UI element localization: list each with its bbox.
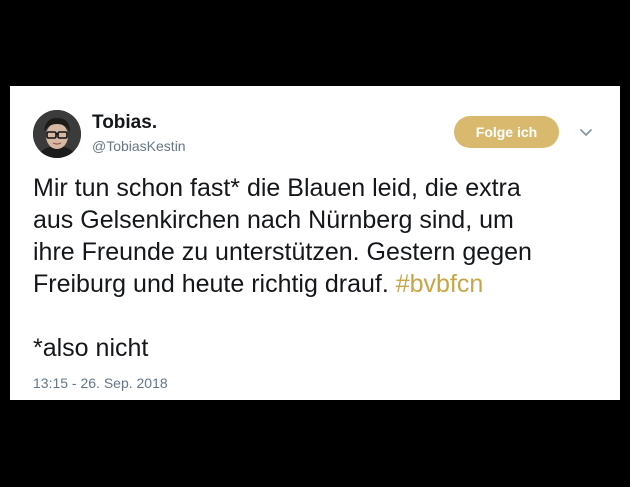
tweet-text: Mir tun schon fast* die Blauen leid, die…	[33, 172, 613, 364]
avatar-image	[33, 110, 81, 158]
tweet-card: Tobias. @TobiasKestin Folge ich Mir tun …	[10, 86, 620, 400]
hashtag-link[interactable]: #bvbfcn	[396, 270, 484, 298]
chevron-down-icon[interactable]	[576, 122, 596, 142]
tweet-line: ihre Freunde zu unterstützen. Gestern ge…	[33, 238, 532, 266]
page-background: Tobias. @TobiasKestin Folge ich Mir tun …	[0, 0, 630, 487]
avatar[interactable]	[33, 110, 81, 158]
display-name[interactable]: Tobias.	[92, 112, 157, 134]
tweet-footnote: *also nicht	[33, 334, 149, 362]
user-handle[interactable]: @TobiasKestin	[92, 138, 186, 154]
tweet-line: Freiburg und heute richtig drauf. #bvbfc…	[33, 268, 613, 300]
tweet-line: aus Gelsenkirchen nach Nürnberg sind, um	[33, 206, 514, 234]
tweet-line-text: Freiburg und heute richtig drauf.	[33, 270, 396, 298]
tweet-timestamp[interactable]: 13:15 - 26. Sep. 2018	[33, 375, 168, 391]
tweet-line: Mir tun schon fast* die Blauen leid, die…	[33, 174, 521, 202]
follow-button[interactable]: Folge ich	[454, 116, 559, 148]
